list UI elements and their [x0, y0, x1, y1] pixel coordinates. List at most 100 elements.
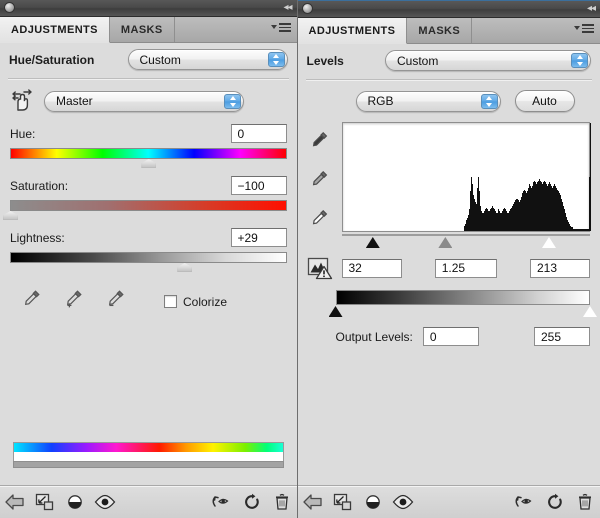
hue-slider-thumb[interactable] [141, 159, 157, 168]
output-black-field[interactable]: 0 [422, 327, 479, 346]
eyedropper-minus-icon[interactable] [106, 288, 126, 315]
shadow-input-field[interactable]: 32 [341, 258, 402, 278]
saturation-gradient-track[interactable] [10, 200, 287, 211]
tab-masks[interactable]: MASKS [407, 18, 473, 43]
left-bottom-toolbar [0, 485, 297, 518]
colorize-checkbox[interactable] [164, 295, 177, 308]
return-to-adjustment-list-button[interactable] [0, 489, 30, 515]
colorize-label: Colorize [183, 294, 228, 309]
channel-stepper-icon[interactable] [224, 93, 241, 109]
chevron-down-icon [270, 25, 277, 30]
hue-track-wrap[interactable] [10, 148, 287, 170]
on-image-adjustment-hand-icon[interactable] [9, 88, 35, 114]
lightness-slider-thumb[interactable] [177, 263, 193, 272]
tab-adjustments[interactable]: ADJUSTMENTS [297, 18, 408, 44]
channel-dropdown[interactable]: RGB [355, 90, 501, 112]
hue-range-bars [13, 442, 284, 468]
left-panel-titlebar[interactable]: ◂◂ [0, 0, 297, 17]
lightness-slider-head: Lightness: +29 [10, 228, 287, 247]
histogram-uncached-warning-icon[interactable] [304, 256, 336, 280]
highlight-input-field[interactable]: 213 [530, 258, 590, 278]
lightness-track-wrap[interactable] [10, 252, 287, 274]
shadow-input-thumb[interactable] [365, 237, 380, 248]
delete-adjustment-button[interactable] [267, 489, 297, 515]
hamburger-icon [582, 24, 594, 33]
saturation-value-field[interactable]: −100 [230, 176, 287, 195]
eyedropper-icon[interactable] [22, 288, 42, 315]
right-bottom-toolbar [297, 485, 600, 518]
right-panel-body: Levels Custom RGB Auto 32 1.25 213 Outpu… [297, 44, 600, 518]
right-panel-titlebar[interactable]: ◂◂ [297, 0, 600, 18]
output-white-field[interactable]: 255 [534, 327, 590, 346]
set-gray-point-eyedropper-icon[interactable] [310, 169, 330, 194]
channel-stepper-icon[interactable] [480, 93, 498, 109]
channel-dropdown[interactable]: Master [44, 90, 244, 112]
collapse-chevron-icon[interactable]: ◂◂ [283, 1, 292, 15]
reset-to-previous-button[interactable] [510, 489, 540, 515]
reset-adjustment-button[interactable] [540, 489, 570, 515]
eyedropper-row: Colorize [0, 274, 297, 315]
preview-button[interactable] [90, 489, 120, 515]
input-levels-fields: 32 1.25 213 [341, 258, 590, 278]
chevron-down-icon [574, 26, 580, 31]
preset-dropdown[interactable]: Custom [385, 50, 591, 71]
hue-label: Hue: [10, 126, 36, 141]
colorize-checkbox-row[interactable]: Colorize [164, 295, 227, 309]
panel-grip-dot-icon [301, 3, 313, 14]
lightness-value-field[interactable]: +29 [230, 228, 287, 247]
eyedropper-plus-icon[interactable] [64, 288, 84, 315]
levels-panel: ◂◂ ADJUSTMENTS MASKS Levels Custom RGB A… [297, 0, 600, 518]
hue-spectrum-bar [13, 442, 284, 452]
return-to-adjustment-list-button[interactable] [298, 489, 328, 515]
hue-saturation-header-row: Hue/Saturation Custom [0, 43, 297, 76]
preview-button[interactable] [388, 489, 418, 515]
white-range-bar[interactable] [13, 452, 284, 461]
saturation-slider-block: Saturation: −100 [0, 170, 297, 222]
lightness-label: Lightness: [10, 230, 65, 245]
auto-button[interactable]: Auto [514, 90, 575, 112]
saturation-slider-thumb[interactable] [3, 211, 18, 220]
panel-menu-icon[interactable] [270, 23, 291, 32]
reset-to-previous-button[interactable] [207, 489, 237, 515]
histogram-row [298, 118, 600, 252]
midtone-input-field[interactable]: 1.25 [434, 258, 497, 278]
hue-value-field[interactable]: 0 [230, 124, 287, 143]
set-black-point-eyedropper-icon[interactable] [310, 130, 330, 155]
delete-adjustment-button[interactable] [570, 489, 600, 515]
levels-eyedropper-column [304, 122, 336, 252]
clip-to-layer-button[interactable] [30, 489, 60, 515]
toggle-layer-visibility-button[interactable] [358, 489, 388, 515]
reset-adjustment-button[interactable] [237, 489, 267, 515]
lightness-gradient-track[interactable] [10, 252, 287, 263]
set-white-point-eyedropper-icon[interactable] [310, 208, 330, 233]
adjustment-title: Hue/Saturation [9, 52, 95, 67]
preset-dropdown[interactable]: Custom [127, 49, 288, 70]
photoshop-adjustments-panels: ◂◂ ADJUSTMENTS MASKS Hue/Saturation Cust… [0, 0, 600, 518]
panel-grip-dot-icon [4, 2, 15, 13]
input-levels-slider[interactable] [341, 234, 590, 252]
tabstrip-filler [174, 17, 297, 42]
adjustment-title: Levels [306, 53, 344, 68]
hue-gradient-track[interactable] [10, 148, 287, 159]
preset-stepper-icon[interactable] [267, 52, 285, 67]
toggle-layer-visibility-button[interactable] [60, 489, 90, 515]
tab-adjustments[interactable]: ADJUSTMENTS [0, 17, 110, 43]
saturation-track-wrap[interactable] [3, 200, 287, 222]
collapse-chevron-icon[interactable]: ◂◂ [587, 2, 596, 16]
midtone-input-thumb[interactable] [438, 237, 453, 248]
clip-to-layer-button[interactable] [328, 489, 358, 515]
hue-slider-head: Hue: 0 [10, 124, 287, 143]
output-white-thumb[interactable] [583, 306, 597, 317]
channel-row: Master [0, 80, 297, 118]
tab-masks[interactable]: MASKS [109, 17, 175, 42]
panel-menu-icon[interactable] [574, 24, 594, 33]
hue-slider-block: Hue: 0 [0, 118, 297, 170]
output-black-thumb[interactable] [328, 306, 343, 317]
output-levels-slider[interactable] [298, 280, 600, 319]
hue-saturation-panel: ◂◂ ADJUSTMENTS MASKS Hue/Saturation Cust… [0, 0, 298, 518]
highlight-input-thumb[interactable] [541, 237, 556, 248]
gray-range-bar[interactable] [13, 461, 284, 468]
lightness-slider-block: Lightness: +29 [0, 222, 297, 274]
preset-stepper-icon[interactable] [571, 53, 588, 68]
output-levels-gradient-track[interactable] [335, 290, 590, 305]
